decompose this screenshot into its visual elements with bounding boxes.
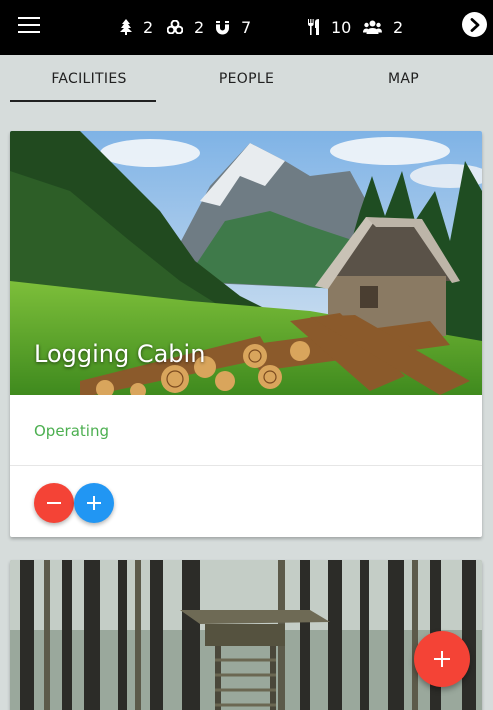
menu-icon [18,17,40,19]
card-divider [10,465,482,466]
resource-value: 2 [143,17,154,37]
tab-map[interactable]: MAP [325,55,482,103]
resource-metal: 7 [215,15,251,39]
plus-icon [87,496,101,510]
magnet-icon [216,20,229,34]
minus-icon [47,502,61,504]
tab-facilities[interactable]: FACILITIES [10,55,168,103]
resource-value: 7 [241,17,252,37]
resource-wood: 2 [120,15,153,39]
next-button[interactable] [462,12,487,37]
facility-card: Logging Cabin Operating [10,131,482,537]
add-worker-button[interactable] [74,483,114,523]
remove-worker-button[interactable] [34,483,74,523]
facility-image [10,560,482,710]
tab-bar: FACILITIES PEOPLE MAP [0,55,493,103]
resource-stone: 2 [167,15,204,39]
resource-value: 2 [194,17,205,37]
resource-value: 10 [331,17,352,37]
people-icon [363,20,382,34]
menu-button[interactable] [18,17,40,37]
chevron-right-icon [470,17,479,32]
active-tab-indicator [10,100,156,102]
resource-value: 2 [393,17,404,37]
plus-icon [434,651,450,667]
add-facility-button[interactable] [414,631,470,687]
resource-population: 2 [363,15,403,39]
facility-status: Operating [34,422,109,440]
top-app-bar: 2 2 7 10 2 [0,0,493,55]
tree-icon [120,19,132,35]
resource-food: 10 [307,15,351,39]
utensils-icon [308,19,319,35]
facility-name: Logging Cabin [34,340,206,368]
tab-people[interactable]: PEOPLE [168,55,325,103]
facility-card [10,560,482,710]
stones-icon [167,20,183,34]
